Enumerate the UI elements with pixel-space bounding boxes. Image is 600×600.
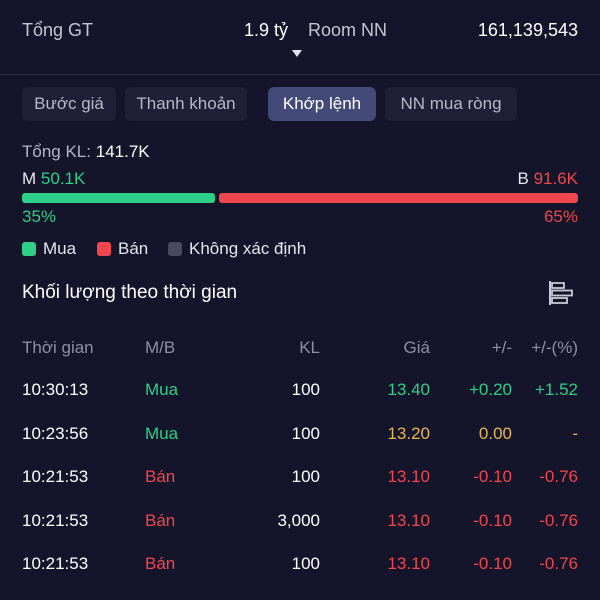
cell-volume: 100: [291, 380, 320, 399]
total-volume-value: 141.7K: [95, 142, 150, 161]
legend-item-buy: Mua: [22, 239, 76, 259]
cell-price: 13.20: [387, 424, 430, 443]
cell-side: Bán: [145, 467, 176, 486]
legend-label-buy: Mua: [43, 239, 77, 258]
cell-time: 10:30:13: [22, 380, 89, 399]
foreign-room-label: Room NN: [308, 20, 388, 40]
cell-price: 13.10: [387, 467, 430, 486]
cell-time: 10:21:53: [22, 467, 89, 486]
section-title: Khối lượng theo thời gian: [22, 282, 238, 303]
buy-ratio-bar: [22, 193, 215, 203]
table-row: 10:21:53 Bán 100 13.10 -0.10 -0.76: [22, 467, 578, 489]
cell-time: 10:21:53: [22, 554, 89, 573]
legend-item-unknown: Không xác định: [168, 239, 306, 259]
divider: [0, 74, 600, 75]
sell-percentage: 65%: [543, 207, 578, 226]
legend-item-sell: Bán: [97, 239, 148, 259]
cell-change: +0.20: [468, 380, 512, 399]
cell-change-pct: +1.52: [534, 380, 578, 399]
table-row: 10:21:53 Bán 3,000 13.10 -0.10 -0.76: [22, 511, 578, 533]
sell-ratio-bar: [219, 193, 578, 203]
expand-caret-icon[interactable]: [292, 50, 302, 57]
cell-change: -0.10: [473, 511, 512, 530]
cell-side: Bán: [145, 554, 176, 573]
cell-time: 10:21:53: [22, 511, 89, 530]
header-change-pct: +/-(%): [531, 338, 578, 357]
table-row: 10:30:13 Mua 100 13.40 +0.20 +1.52: [22, 380, 578, 402]
cell-price: 13.10: [387, 511, 430, 530]
cell-change-pct: -0.76: [539, 467, 578, 486]
cell-price: 13.40: [387, 380, 430, 399]
legend-label-unknown: Không xác định: [189, 239, 307, 258]
header-time: Thời gian: [22, 338, 94, 357]
table-row: 10:21:53 Bán 100 13.10 -0.10 -0.76: [22, 554, 578, 576]
total-value-label: Tổng GT: [22, 20, 94, 40]
buy-sell-ratio-bar: [22, 193, 578, 203]
tab-foreign-net-buy[interactable]: NN mua ròng: [385, 87, 517, 121]
buy-volume: M 50.1K: [22, 169, 85, 189]
cell-volume: 100: [291, 424, 320, 443]
ratio-percentages: 35% 65%: [22, 207, 578, 229]
cell-side: Mua: [145, 424, 179, 443]
cell-time: 10:23:56: [22, 424, 89, 443]
buy-label: M: [22, 169, 37, 188]
tab-matched-orders[interactable]: Khớp lệnh: [268, 87, 376, 121]
cell-change: -0.10: [473, 467, 512, 486]
table-row: 10:23:56 Mua 100 13.20 0.00 -: [22, 424, 578, 446]
table-header: Thời gian M/B KL Giá +/- +/-(%): [22, 338, 578, 360]
legend-swatch-sell: [97, 242, 111, 256]
cell-change-pct: -0.76: [539, 554, 578, 573]
header-price: Giá: [403, 338, 430, 357]
cell-change: 0.00: [478, 424, 512, 443]
total-volume-label: Tổng KL:: [22, 142, 91, 161]
cell-change-pct: -: [572, 424, 578, 443]
legend-swatch-buy: [22, 242, 36, 256]
buy-volume-value: 50.1K: [40, 169, 86, 188]
cell-price: 13.10: [387, 554, 430, 573]
sell-volume-value: 91.6K: [533, 169, 578, 188]
cell-side: Bán: [145, 511, 176, 530]
bar-chart-horizontal-icon[interactable]: [548, 280, 576, 306]
total-volume: Tổng KL: 141.7K: [22, 142, 150, 162]
sell-volume: B 91.6K: [517, 169, 578, 189]
buy-percentage: 35%: [22, 207, 57, 226]
header-volume: KL: [299, 338, 320, 357]
cell-volume: 100: [291, 467, 320, 486]
header-change: +/-: [491, 338, 512, 357]
tab-price-step[interactable]: Bước giá: [22, 87, 116, 121]
cell-change-pct: -0.76: [539, 511, 578, 530]
total-value: 1.9 tỷ: [244, 20, 289, 40]
cell-volume: 100: [291, 554, 320, 573]
foreign-room-value: 161,139,543: [477, 20, 578, 40]
cell-volume: 3,000: [277, 511, 320, 530]
buy-sell-summary: M 50.1K B 91.6K: [22, 169, 578, 191]
cell-change: -0.10: [473, 554, 512, 573]
legend-label-sell: Bán: [118, 239, 149, 258]
header-side: M/B: [145, 338, 176, 357]
tab-liquidity[interactable]: Thanh khoản: [125, 87, 247, 121]
legend-swatch-unknown: [168, 242, 182, 256]
stats-row: Tổng GT 1.9 tỷ Room NN 161,139,543: [22, 20, 578, 44]
cell-side: Mua: [145, 380, 179, 399]
sell-label: B: [517, 169, 529, 188]
